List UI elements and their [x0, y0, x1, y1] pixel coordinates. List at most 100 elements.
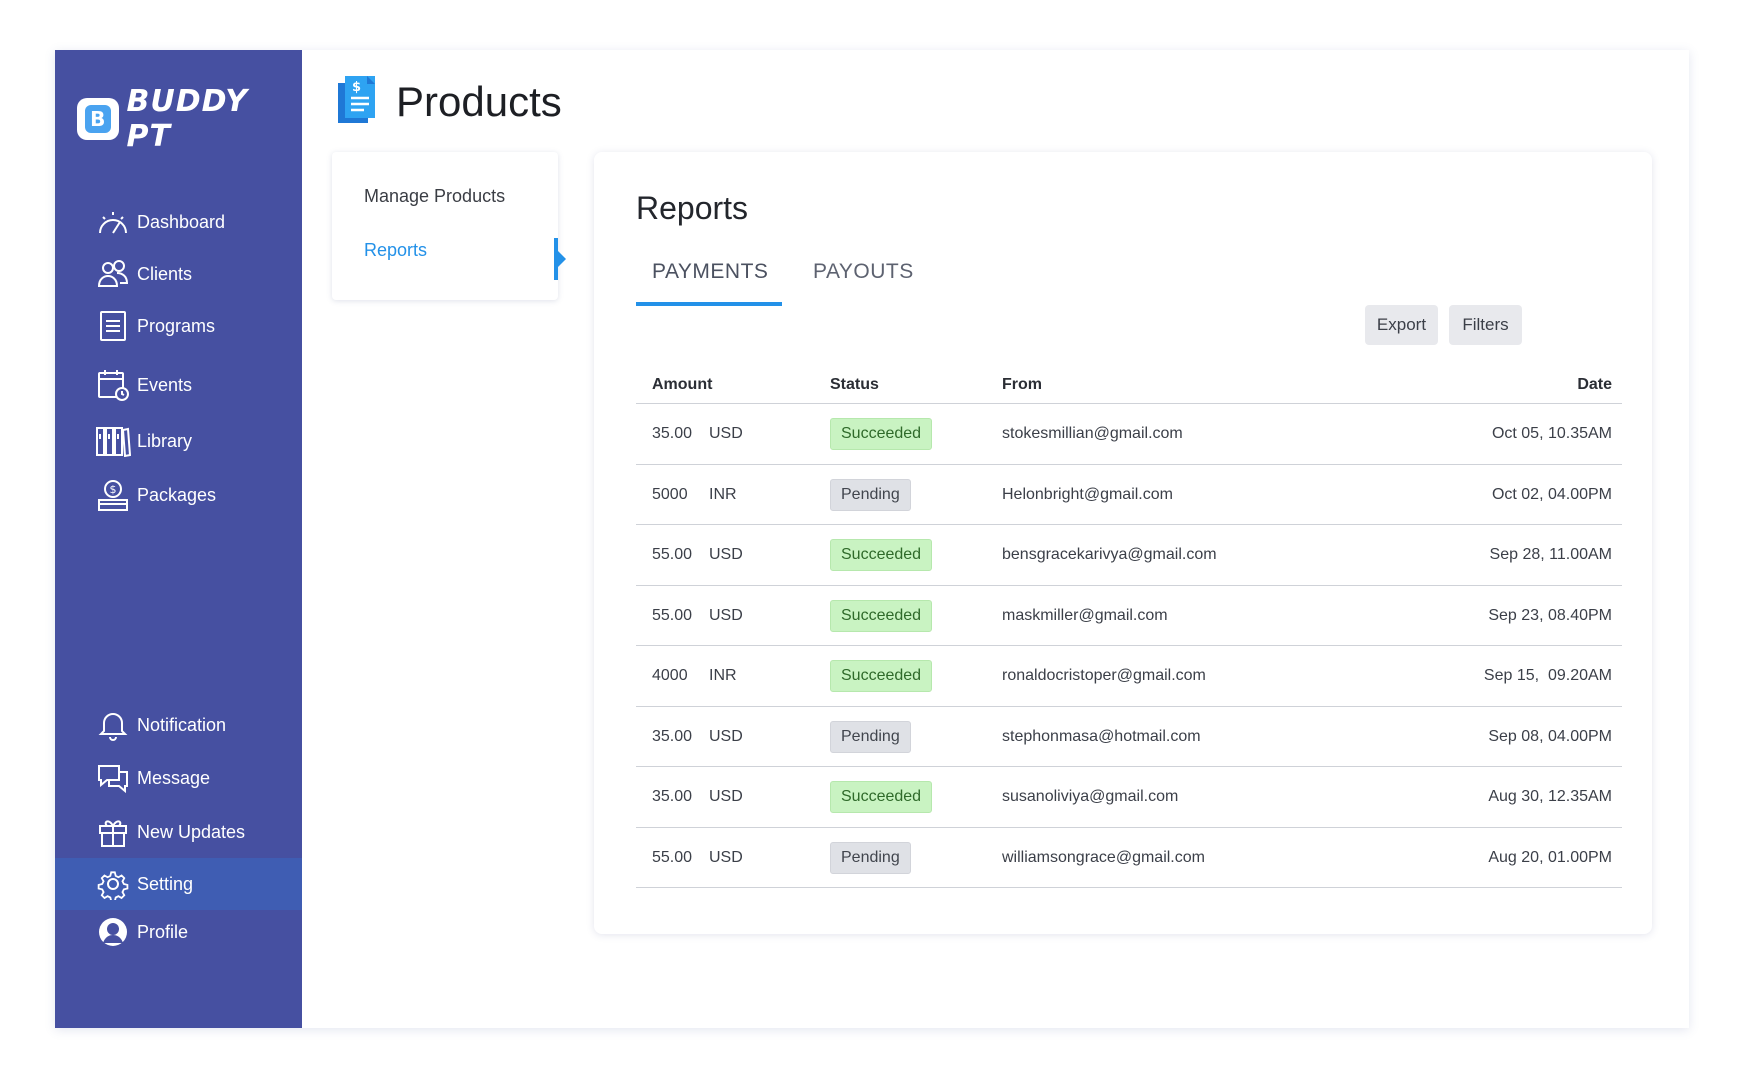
amount-value: 55.00 [652, 606, 693, 624]
gear-icon [95, 866, 131, 902]
from-email: maskmiller@gmail.com [1002, 606, 1168, 624]
from-email: susanoliviya@gmail.com [1002, 788, 1179, 805]
speedometer-icon [95, 204, 131, 240]
books-icon [95, 423, 131, 459]
sidebar-item-message[interactable]: Message [55, 752, 302, 804]
from-email: williamsongrace@gmail.com [1002, 848, 1205, 866]
amount-value: 55.00 [652, 546, 693, 563]
from-email: stokesmillian@gmail.com [1002, 425, 1183, 442]
amount-value: 35.00 [652, 425, 693, 442]
submenu-item-reports[interactable]: Reports [364, 240, 427, 261]
sidebar-item-setting[interactable]: Setting [55, 858, 302, 910]
sidebar-item-label: Packages [137, 484, 217, 505]
from-email: bensgracekarivya@gmail.com [1002, 546, 1217, 563]
payments-table: Amount Status From Date 35.00 USD Succeede… [636, 362, 1622, 888]
brand-badge-icon: B [77, 98, 119, 140]
sidebar-item-packages[interactable]: $ Packages [55, 469, 302, 521]
date-value: Aug 30, 12.35AM [1488, 788, 1612, 805]
app-window: B BUDDY PT Dashboard Clients Programs Ev… [55, 50, 1689, 1028]
column-header-date[interactable]: Date [1577, 376, 1612, 394]
table-row[interactable]: 55.00 USD Succeeded bensgracekarivya@gmail.… [636, 525, 1622, 586]
status-badge: Pending [830, 841, 911, 874]
money-bag-icon: $ [95, 477, 131, 513]
from-email: Helonbright@gmail.com [1002, 485, 1173, 503]
sidebar-item-label: Notification [137, 714, 227, 735]
table-row[interactable]: 55.00 USD Succeeded maskmiller@gmail.com Sep… [636, 586, 1622, 646]
column-header-amount[interactable]: Amount [652, 376, 712, 394]
sidebar-item-label: Dashboard [137, 211, 226, 232]
users-icon [95, 256, 131, 292]
calendar-clock-icon [95, 367, 131, 403]
table-body: 35.00 USD Succeeded stokesmillian@gmail.com… [636, 404, 1622, 888]
sidebar-item-events[interactable]: Events [55, 359, 302, 411]
status-badge: Pending [830, 478, 911, 511]
invoice-document-icon: $ [334, 73, 380, 132]
currency-value: USD [709, 546, 743, 563]
column-header-status[interactable]: Status [830, 376, 879, 394]
date-value: Sep 15, 09.20AM [1483, 667, 1612, 684]
user-circle-icon [95, 914, 131, 950]
amount-value: 5000 [652, 485, 688, 503]
active-indicator-arrow [557, 250, 566, 268]
submenu-item-manage-products[interactable]: Manage Products [364, 186, 505, 207]
table-row[interactable]: 55.00 USD Pending williamsongrace@gmail.com… [636, 828, 1622, 888]
amount-value: 35.00 [652, 727, 693, 745]
sidebar-item-label: Programs [137, 315, 216, 336]
status-badge: Pending [830, 720, 911, 753]
sidebar-item-label: Events [137, 374, 193, 395]
date-value: Sep 23, 08.40PM [1488, 606, 1612, 624]
sidebar-item-new-updates[interactable]: New Updates [55, 806, 302, 858]
table-row[interactable]: 35.00 USD Succeeded susanoliviya@gmail.com A… [636, 767, 1622, 828]
table-row[interactable]: 4000 INR Succeeded ronaldocristoper@gmail.c… [636, 646, 1622, 707]
sidebar-item-profile[interactable]: Profile [55, 906, 302, 958]
svg-text:$: $ [352, 80, 361, 95]
products-submenu: Manage Products Reports [332, 152, 566, 300]
currency-value: INR [709, 485, 737, 503]
date-value: Sep 28, 11.00AM [1489, 546, 1612, 563]
sidebar-item-library[interactable]: Library [55, 415, 302, 467]
table-row[interactable]: 35.00 USD Pending stephonmasa@hotmail.com Se… [636, 707, 1622, 767]
currency-value: USD [709, 606, 743, 624]
date-value: Oct 02, 04.00PM [1491, 485, 1612, 503]
tab-payouts[interactable]: PAYOUTS [813, 260, 914, 284]
date-value: Oct 05, 10.35AM [1491, 425, 1612, 442]
sidebar-item-clients[interactable]: Clients [55, 248, 302, 300]
reports-card: Reports PAYMENTS PAYOUTS Export Filters … [594, 152, 1652, 934]
date-value: Aug 20, 01.00PM [1488, 848, 1612, 866]
date-value: Sep 08, 04.00PM [1488, 727, 1612, 745]
sidebar-item-label: New Updates [137, 821, 246, 842]
reports-title: Reports [636, 190, 749, 226]
table-row[interactable]: 35.00 USD Succeeded stokesmillian@gmail.com… [636, 404, 1622, 465]
sidebar-item-notification[interactable]: Notification [55, 699, 302, 751]
export-button[interactable]: Export [1365, 305, 1438, 345]
sidebar-item-label: Clients [137, 263, 193, 284]
status-badge: Succeeded [830, 539, 933, 571]
sidebar-item-programs[interactable]: Programs [55, 300, 302, 352]
tab-payments[interactable]: PAYMENTS [652, 260, 768, 284]
brand-name: BUDDY PT [126, 84, 248, 154]
currency-value: USD [709, 425, 743, 442]
currency-value: USD [709, 848, 743, 866]
sidebar-item-label: Message [137, 767, 211, 788]
status-badge: Succeeded [830, 418, 933, 450]
column-header-from[interactable]: From [1002, 376, 1042, 394]
from-email: ronaldocristoper@gmail.com [1002, 667, 1206, 684]
table-row[interactable]: 5000 INR Pending Helonbright@gmail.com Oct 0… [636, 465, 1622, 525]
amount-value: 4000 [652, 667, 688, 684]
from-email: stephonmasa@hotmail.com [1002, 727, 1201, 745]
amount-value: 55.00 [652, 848, 693, 866]
svg-text:$: $ [110, 483, 117, 496]
currency-value: USD [709, 727, 743, 745]
table-header: Amount Status From Date [636, 362, 1622, 404]
bell-icon [95, 707, 131, 743]
main-content: $ Products Manage Products Reports Repor… [302, 50, 1689, 1028]
page-title: Products [396, 78, 562, 125]
filters-button[interactable]: Filters [1449, 305, 1522, 345]
brand-badge-letter: B [84, 105, 111, 133]
chat-icon [95, 760, 131, 796]
sidebar-item-label: Setting [137, 873, 194, 894]
sidebar-item-dashboard[interactable]: Dashboard [55, 196, 302, 248]
sidebar-item-label: Profile [137, 921, 189, 942]
currency-value: USD [709, 788, 743, 805]
brand-logo[interactable]: B BUDDY PT [77, 84, 302, 154]
